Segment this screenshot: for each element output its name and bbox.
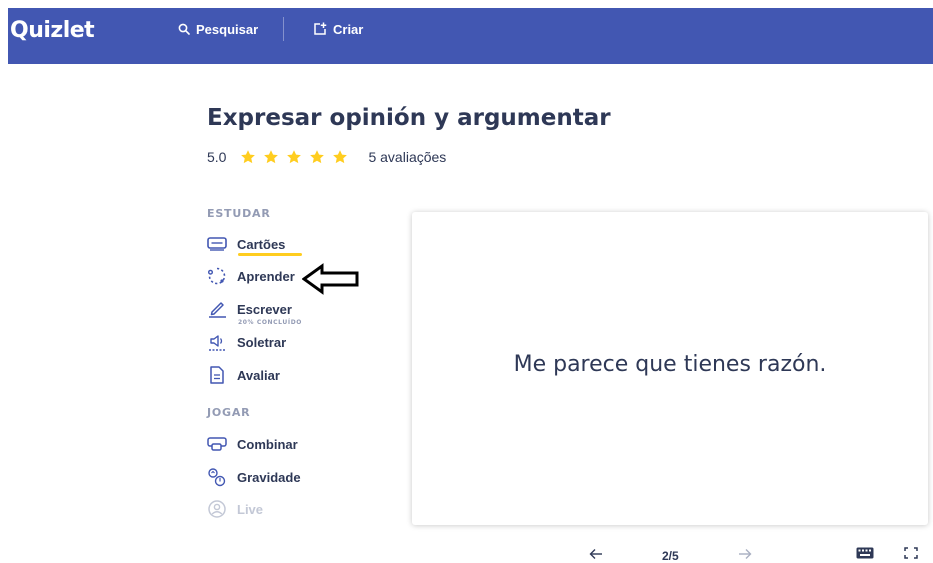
live-icon bbox=[206, 500, 228, 518]
mode-match[interactable]: Combinar bbox=[206, 433, 298, 455]
test-icon bbox=[206, 366, 228, 384]
flashcard[interactable]: Me parece que tienes razón. bbox=[412, 212, 928, 525]
mode-spell[interactable]: Soletrar bbox=[206, 331, 286, 353]
mode-label: Cartões bbox=[237, 236, 286, 252]
create-button[interactable]: Criar bbox=[313, 19, 363, 39]
cards-icon bbox=[206, 235, 228, 253]
mode-gravity[interactable]: Gravidade bbox=[206, 466, 301, 488]
keyboard-shortcuts-button[interactable] bbox=[855, 545, 875, 561]
next-card-button[interactable] bbox=[736, 545, 754, 563]
mode-test[interactable]: Avaliar bbox=[206, 364, 280, 386]
fullscreen-icon bbox=[904, 547, 918, 559]
star-icon bbox=[287, 150, 302, 164]
rating-count: 5 avaliações bbox=[368, 149, 447, 165]
match-icon bbox=[206, 435, 228, 453]
play-section-label: JOGAR bbox=[207, 406, 251, 419]
arrow-left-icon bbox=[589, 549, 602, 559]
create-label: Criar bbox=[333, 21, 364, 37]
search-label: Pesquisar bbox=[196, 21, 259, 37]
star-icon bbox=[241, 150, 256, 164]
mode-flashcards[interactable]: Cartões bbox=[206, 233, 285, 255]
arrow-right-icon bbox=[739, 549, 752, 559]
previous-card-button[interactable] bbox=[587, 545, 605, 563]
active-mode-underline bbox=[238, 253, 302, 256]
study-section-label: ESTUDAR bbox=[207, 207, 271, 220]
star-icon bbox=[333, 150, 348, 164]
top-navigation-bar: Quizlet Pesquisar Criar bbox=[8, 8, 933, 64]
nav-divider bbox=[283, 17, 284, 41]
create-icon bbox=[314, 22, 327, 35]
mode-label: Aprender bbox=[237, 268, 295, 284]
fullscreen-button[interactable] bbox=[902, 545, 920, 561]
mode-label: Combinar bbox=[237, 436, 298, 452]
mode-label: Live bbox=[237, 501, 264, 517]
flashcard-text: Me parece que tienes razón. bbox=[513, 352, 827, 377]
mode-write[interactable]: Escrever bbox=[206, 298, 292, 320]
mode-label: Escrever bbox=[237, 301, 292, 317]
mode-label: Gravidade bbox=[237, 469, 301, 485]
rating-score: 5.0 bbox=[207, 149, 227, 165]
set-title: Expresar opinión y argumentar bbox=[207, 105, 611, 131]
quizlet-logo[interactable]: Quizlet bbox=[10, 18, 95, 43]
star-icon bbox=[264, 150, 279, 164]
learn-icon bbox=[206, 267, 228, 285]
gravity-icon bbox=[206, 468, 228, 487]
mode-label: Avaliar bbox=[237, 367, 280, 383]
mode-live[interactable]: Live bbox=[206, 498, 263, 520]
rating-row[interactable]: 5.0 5 avaliações bbox=[207, 147, 446, 167]
mode-learn[interactable]: Aprender bbox=[206, 265, 295, 287]
star-icon bbox=[310, 150, 325, 164]
mode-label: Soletrar bbox=[237, 334, 287, 350]
annotation-arrow-icon bbox=[302, 263, 359, 295]
card-counter: 2/5 bbox=[662, 549, 679, 563]
rating-stars bbox=[240, 149, 348, 165]
write-progress-label: 20% CONCLUÍDO bbox=[238, 319, 302, 326]
search-button[interactable]: Pesquisar bbox=[178, 19, 258, 39]
search-icon bbox=[178, 23, 190, 35]
write-icon bbox=[206, 300, 228, 318]
spell-icon bbox=[206, 333, 228, 351]
keyboard-icon bbox=[856, 547, 874, 559]
